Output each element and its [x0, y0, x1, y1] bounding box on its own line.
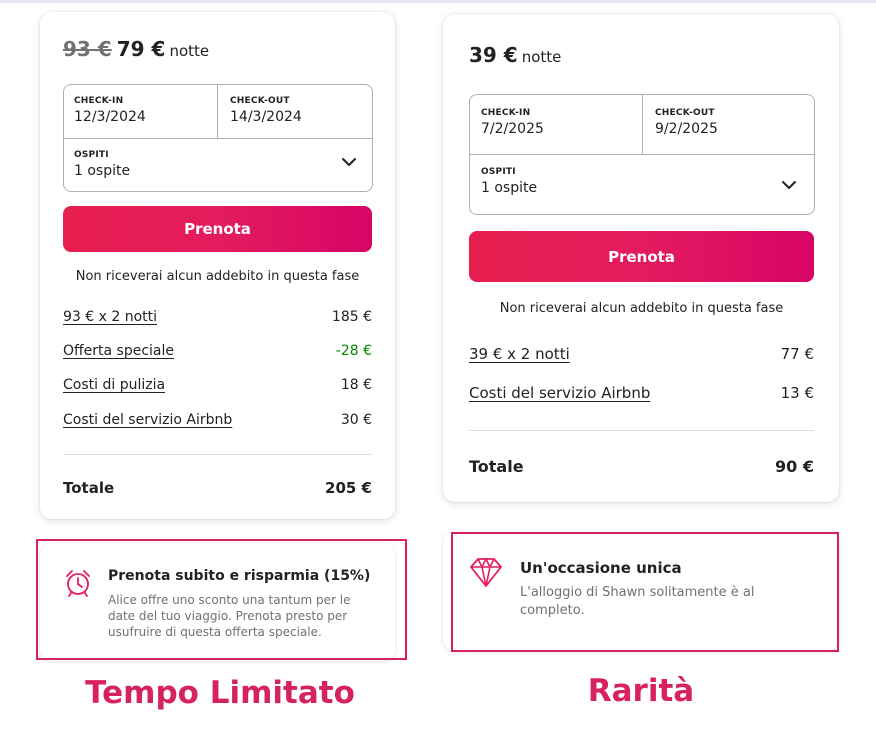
chevron-down-icon[interactable] [342, 157, 356, 167]
total-row: Totale 90 € [469, 457, 814, 476]
promo-description: Alice offre uno sconto una tantum per le… [108, 593, 351, 639]
picker-divider [470, 154, 814, 155]
picker-divider [217, 85, 218, 138]
reserve-button[interactable]: Prenota [63, 206, 372, 252]
price-row: Offerta speciale -28 € [63, 343, 372, 359]
price-row: Costi di pulizia 18 € [63, 377, 372, 393]
price-unit: notte [521, 48, 562, 66]
price-line-left: 93 € 79 € notte [63, 37, 209, 61]
total-label: Totale [469, 457, 524, 476]
price-row: 39 € x 2 notti 77 € [469, 345, 814, 363]
promo-description: L'alloggio di Shawn solitamente è al com… [520, 585, 755, 618]
date-guest-picker-right: CHECK-IN 7/2/2025 CHECK-OUT 9/2/2025 OSP… [469, 94, 815, 215]
original-price: 93 € [63, 37, 112, 61]
chevron-down-icon[interactable] [782, 180, 796, 190]
picker-divider [64, 138, 372, 139]
discount-value: -28 € [335, 343, 372, 359]
caption-right: Rarità [587, 673, 695, 709]
total-divider [63, 454, 372, 455]
price-row-value: 77 € [780, 345, 814, 363]
guests-label: OSPITI [74, 150, 109, 160]
picker-divider [642, 95, 643, 154]
price-row-label[interactable]: Costi del servizio Airbnb [469, 384, 650, 402]
total-value: 90 € [775, 457, 814, 476]
no-charge-note: Non riceverai alcun addebito in questa f… [499, 301, 784, 316]
guests-field[interactable]: OSPITI 1 ospite [74, 150, 130, 179]
checkin-field[interactable]: CHECK-IN 7/2/2025 [481, 108, 544, 137]
total-value: 205 € [325, 479, 372, 497]
top-divider [0, 0, 876, 3]
discounted-price: 79 € [116, 37, 166, 61]
checkout-value: 14/3/2024 [230, 109, 302, 125]
price-unit: notte [169, 42, 210, 60]
price-row-label[interactable]: 93 € x 2 notti [63, 309, 157, 325]
price-row-value: 18 € [340, 377, 372, 393]
price-row: 93 € x 2 notti 185 € [63, 309, 372, 325]
guests-value: 1 ospite [481, 180, 538, 196]
checkout-field[interactable]: CHECK-OUT 14/3/2024 [230, 96, 302, 125]
alarm-clock-icon [66, 570, 90, 597]
price-row-label[interactable]: Offerta speciale [63, 343, 174, 359]
reserve-button[interactable]: Prenota [469, 231, 814, 282]
guests-label: OSPITI [481, 167, 516, 177]
checkin-label: CHECK-IN [481, 108, 531, 118]
total-label: Totale [63, 479, 115, 497]
price-row-label[interactable]: Costi di pulizia [63, 377, 165, 393]
checkout-field[interactable]: CHECK-OUT 9/2/2025 [655, 108, 718, 137]
price-row: Costi del servizio Airbnb 13 € [469, 384, 814, 402]
price-row-value: 30 € [340, 412, 372, 428]
no-charge-note: Non riceverai alcun addebito in questa f… [75, 269, 360, 284]
price-row-value: 185 € [331, 309, 372, 325]
guests-value: 1 ospite [74, 163, 131, 179]
guests-field[interactable]: OSPITI 1 ospite [481, 167, 537, 196]
diamond-icon [470, 558, 502, 587]
price-row-label[interactable]: 39 € x 2 notti [469, 345, 570, 363]
total-divider [469, 430, 814, 431]
checkin-value: 12/3/2024 [74, 109, 146, 125]
total-row: Totale 205 € [63, 479, 372, 497]
price-line-right: 39 € notte [469, 43, 561, 67]
price-row-label[interactable]: Costi del servizio Airbnb [63, 412, 232, 428]
checkin-label: CHECK-IN [74, 96, 124, 106]
checkout-label: CHECK-OUT [230, 96, 290, 106]
caption-left: Tempo Limitato [85, 675, 355, 711]
checkin-field[interactable]: CHECK-IN 12/3/2024 [74, 96, 146, 125]
checkin-value: 7/2/2025 [481, 121, 544, 137]
date-guest-picker-left: CHECK-IN 12/3/2024 CHECK-OUT 14/3/2024 O… [63, 84, 373, 192]
price-row: Costi del servizio Airbnb 30 € [63, 412, 372, 428]
price-row-value: 13 € [780, 384, 814, 402]
promo-title: Prenota subito e risparmia (15%) [108, 568, 371, 584]
current-price: 39 € [469, 43, 518, 67]
checkout-value: 9/2/2025 [655, 121, 718, 137]
checkout-label: CHECK-OUT [655, 108, 715, 118]
promo-title: Un'occasione unica [520, 559, 682, 577]
